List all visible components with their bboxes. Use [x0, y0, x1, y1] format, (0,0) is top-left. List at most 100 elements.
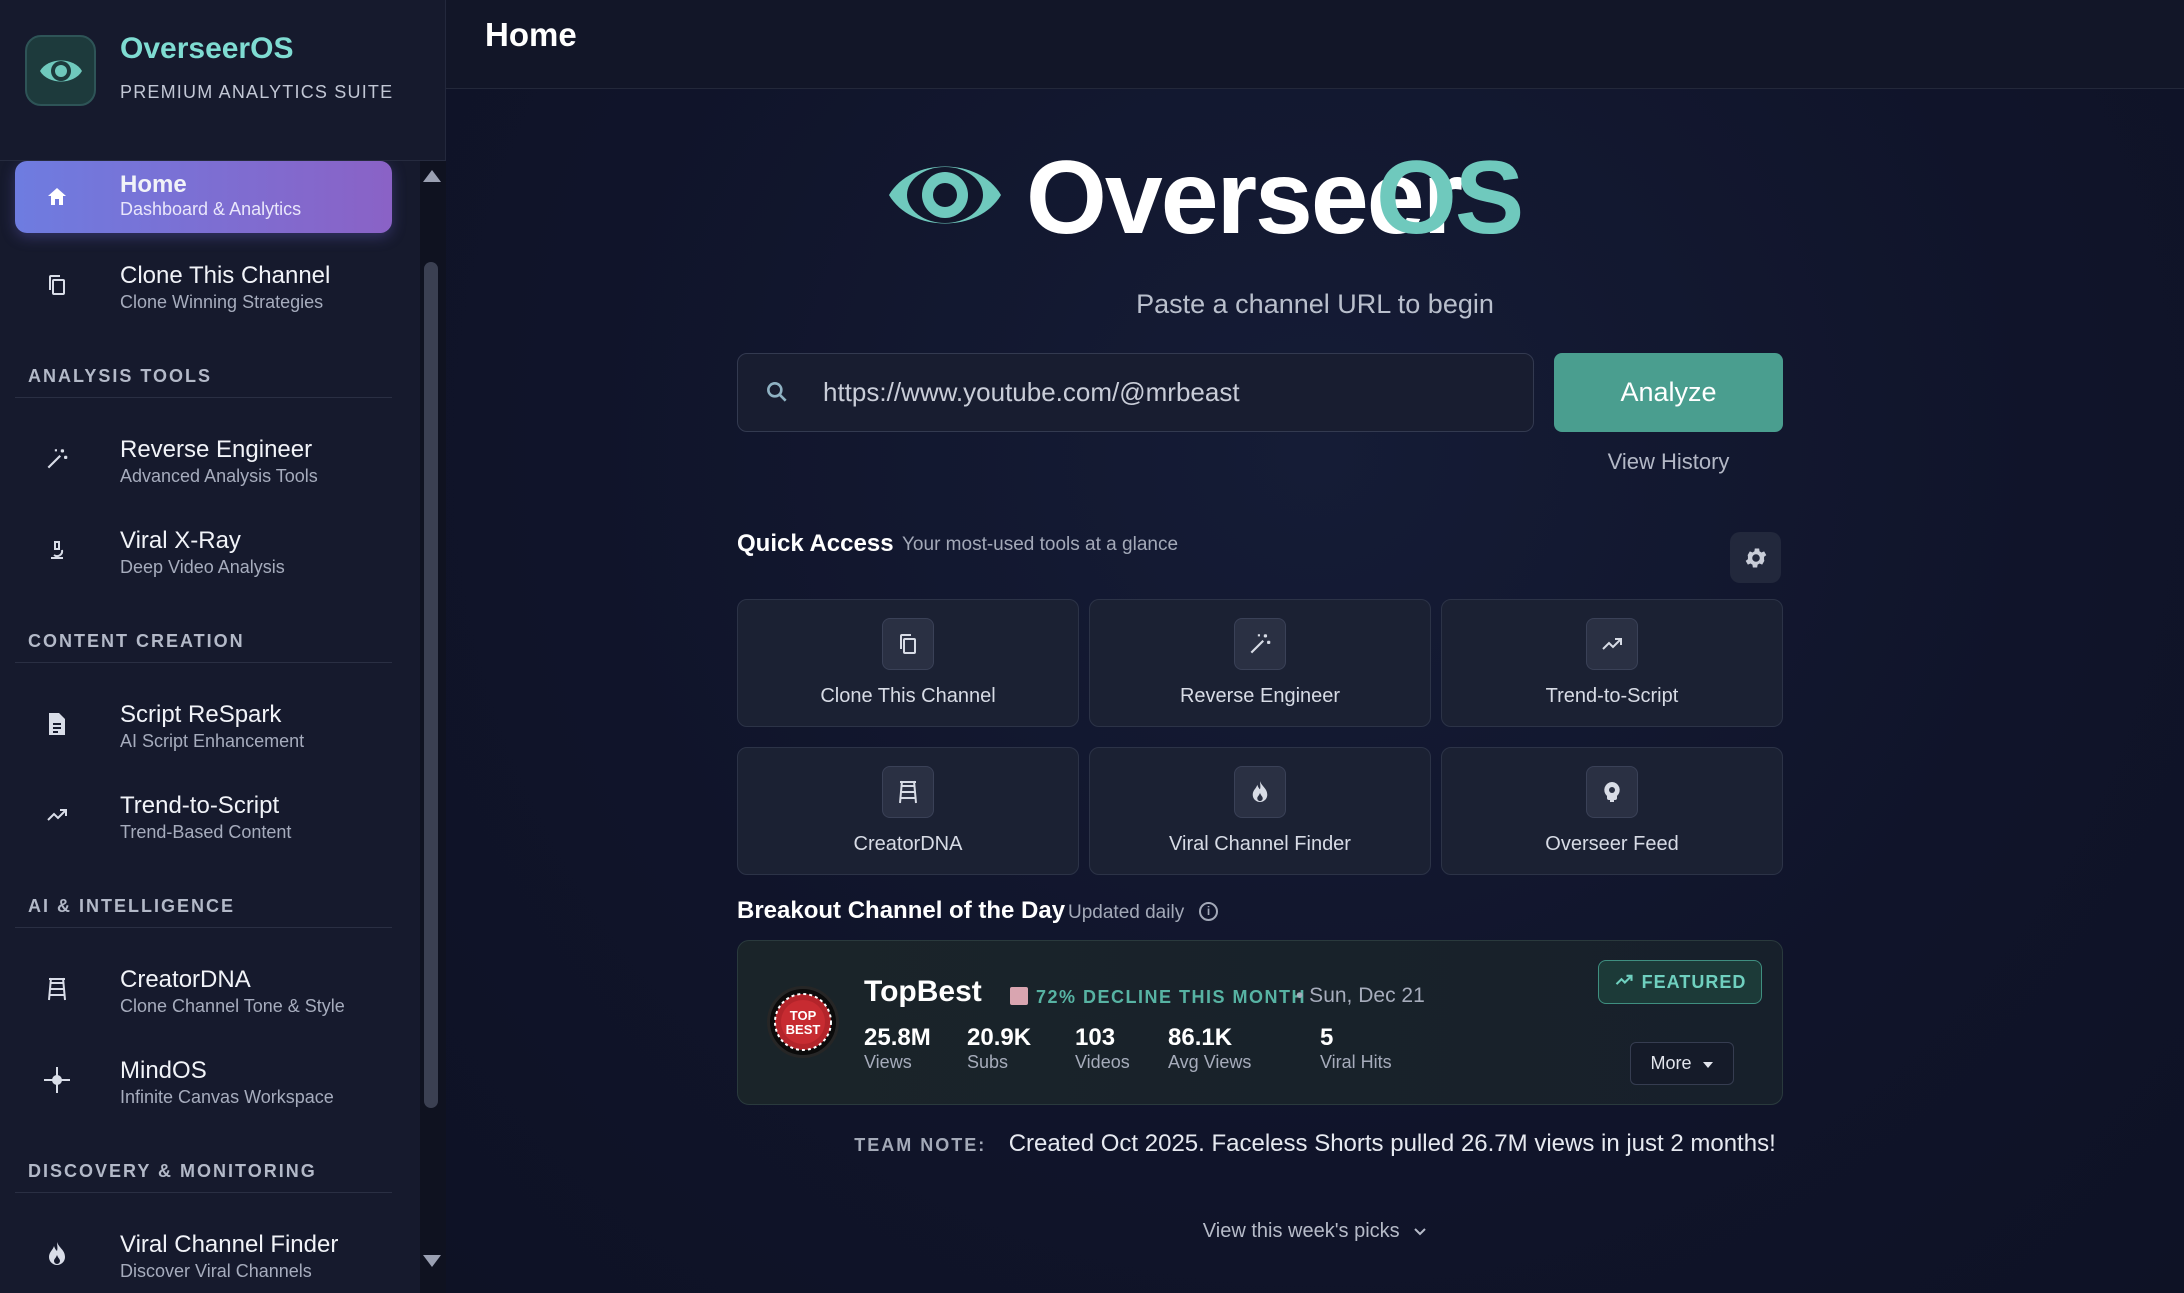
quick-access-card-trend-to-script[interactable]: Trend-to-Script: [1441, 599, 1783, 727]
gear-icon[interactable]: [1730, 532, 1781, 583]
section-title-ai-intelligence: AI & INTELLIGENCE: [28, 896, 236, 916]
section-divider: [15, 927, 392, 928]
magic-wand-icon: [42, 444, 72, 474]
channel-url-input[interactable]: [823, 354, 1513, 431]
trend-flag-icon: [1010, 987, 1028, 1005]
ladder-icon: [882, 766, 934, 818]
lightbulb-head-icon: [1586, 766, 1638, 818]
trending-up-icon: [42, 800, 72, 830]
top-bar: Home: [446, 0, 2184, 89]
main-content: Home Overseer OS Paste a channel URL to …: [446, 0, 2184, 1293]
channel-name[interactable]: TopBest: [864, 975, 982, 1009]
sidebar-scroll-thumb[interactable]: [424, 262, 438, 1108]
channel-avatar: TOP BEST: [767, 986, 839, 1058]
analyze-button[interactable]: Analyze: [1554, 353, 1783, 432]
team-note-text: Created Oct 2025. Faceless Shorts pulled…: [1008, 1130, 1776, 1157]
view-history-link[interactable]: View History: [1554, 449, 1783, 475]
sidebar-nav: Home Dashboard & Analytics Clone This Ch…: [0, 161, 420, 1293]
document-icon: [42, 709, 72, 739]
sidebar-item-creatordna[interactable]: CreatorDNA Clone Channel Tone & Style: [15, 953, 392, 1025]
avatar-text-line2: BEST: [786, 1022, 821, 1037]
team-note-label: TEAM NOTE:: [854, 1135, 987, 1155]
sidebar: OverseerOS PREMIUM ANALYTICS SUITE Home …: [0, 0, 446, 1293]
quick-access-card-label: Overseer Feed: [1545, 833, 1679, 855]
section-title-discovery-monitoring: DISCOVERY & MONITORING: [28, 1161, 317, 1181]
breakout-channel-card[interactable]: TOP BEST TopBest 72% DECLINE THIS MONTH …: [737, 940, 1783, 1105]
quick-access-card-overseer-feed[interactable]: Overseer Feed: [1441, 747, 1783, 875]
sidebar-item-desc: Discover Viral Channels: [120, 1261, 312, 1281]
quick-access-title: Quick Access: [737, 530, 894, 557]
section-divider: [15, 397, 392, 398]
quick-access-card-label: Clone This Channel: [820, 685, 996, 707]
flame-icon: [42, 1239, 72, 1269]
more-button[interactable]: More: [1630, 1042, 1734, 1085]
sidebar-item-label: Viral X-Ray: [120, 527, 241, 554]
quick-access-subtitle: Your most-used tools at a glance: [902, 534, 1179, 555]
scroll-up-arrow-icon[interactable]: [423, 170, 441, 182]
tagline: Paste a channel URL to begin: [1136, 289, 1494, 319]
sidebar-item-clone-this-channel[interactable]: Clone This Channel Clone Winning Strateg…: [15, 249, 392, 321]
sidebar-item-reverse-engineer[interactable]: Reverse Engineer Advanced Analysis Tools: [15, 423, 392, 495]
eye-logo-icon: [886, 153, 1004, 242]
avatar-text-line1: TOP: [790, 1008, 817, 1023]
sidebar-item-viral-x-ray[interactable]: Viral X-Ray Deep Video Analysis: [15, 514, 392, 586]
sidebar-item-label: Home: [120, 171, 187, 198]
stat-viral-hits-label: Viral Hits: [1320, 1052, 1392, 1072]
sidebar-item-viral-channel-finder[interactable]: Viral Channel Finder Discover Viral Chan…: [15, 1218, 392, 1290]
stat-viral-hits-value: 5: [1320, 1024, 1334, 1051]
info-icon[interactable]: i: [1199, 902, 1218, 921]
sidebar-item-desc: Trend-Based Content: [120, 822, 292, 842]
page-title: Home: [485, 16, 577, 53]
sidebar-item-desc: Dashboard & Analytics: [120, 199, 302, 219]
more-label: More: [1650, 1053, 1692, 1073]
trending-up-icon: [1614, 970, 1634, 995]
sidebar-item-mindos[interactable]: MindOS Infinite Canvas Workspace: [15, 1044, 392, 1116]
chevron-down-icon: [1413, 1220, 1427, 1243]
quick-access-card-label: CreatorDNA: [853, 833, 963, 855]
brand-name: OverseerOS: [120, 32, 294, 65]
sidebar-item-trend-to-script[interactable]: Trend-to-Script Trend-Based Content: [15, 779, 392, 851]
section-divider: [15, 662, 392, 663]
sidebar-item-desc: Clone Winning Strategies: [120, 292, 324, 312]
trend-badge: 72% DECLINE THIS MONTH: [1036, 987, 1307, 1007]
stat-avg-views-label: Avg Views: [1168, 1052, 1252, 1072]
sidebar-item-desc: Advanced Analysis Tools: [120, 466, 318, 486]
sidebar-item-script-respark[interactable]: Script ReSpark AI Script Enhancement: [15, 688, 392, 760]
week-picks-label: View this week's picks: [1202, 1220, 1400, 1242]
quick-access-card-reverse-engineer[interactable]: Reverse Engineer: [1089, 599, 1431, 727]
breakout-subtitle: Updated daily: [1068, 902, 1185, 923]
quick-access-card-label: Viral Channel Finder: [1169, 833, 1351, 855]
copy-icon: [882, 618, 934, 670]
search-box: [737, 353, 1534, 432]
sidebar-item-desc: Clone Channel Tone & Style: [120, 996, 345, 1016]
copy-icon: [42, 270, 72, 300]
hero-logo: Overseer OS: [876, 140, 1676, 256]
crosshair-icon: [42, 1065, 72, 1095]
quick-access-card-label: Reverse Engineer: [1179, 685, 1341, 707]
sidebar-item-label: CreatorDNA: [120, 966, 251, 993]
sidebar-item-home[interactable]: Home Dashboard & Analytics: [15, 161, 392, 233]
section-divider: [15, 1192, 392, 1193]
quick-access-card-creatordna[interactable]: CreatorDNA: [737, 747, 1079, 875]
scroll-down-arrow-icon[interactable]: [423, 1255, 441, 1267]
section-title-content-creation: CONTENT CREATION: [28, 631, 245, 651]
caret-down-icon: [1702, 1053, 1714, 1074]
ladder-icon: [42, 974, 72, 1004]
microscope-icon: [42, 535, 72, 565]
hero-title-word2: OS: [1376, 140, 1524, 256]
quick-access-card-clone-this-channel[interactable]: Clone This Channel: [737, 599, 1079, 727]
stat-views-label: Views: [864, 1052, 912, 1072]
featured-label: FEATURED: [1641, 971, 1747, 992]
search-icon: [764, 379, 790, 410]
trending-up-icon: [1586, 618, 1638, 670]
eye-logo-icon: [25, 35, 96, 106]
sidebar-item-desc: Deep Video Analysis: [120, 557, 285, 577]
home-icon: [42, 182, 72, 212]
quick-access-card-viral-channel-finder[interactable]: Viral Channel Finder: [1089, 747, 1431, 875]
view-week-picks-link[interactable]: View this week's picks: [446, 1220, 2184, 1243]
quick-access-card-label: Trend-to-Script: [1545, 685, 1679, 707]
breakout-title: Breakout Channel of the Day: [737, 897, 1066, 924]
sidebar-item-label: Reverse Engineer: [120, 436, 313, 463]
stat-avg-views-value: 86.1K: [1168, 1024, 1233, 1051]
section-title-analysis-tools: ANALYSIS TOOLS: [28, 366, 213, 386]
